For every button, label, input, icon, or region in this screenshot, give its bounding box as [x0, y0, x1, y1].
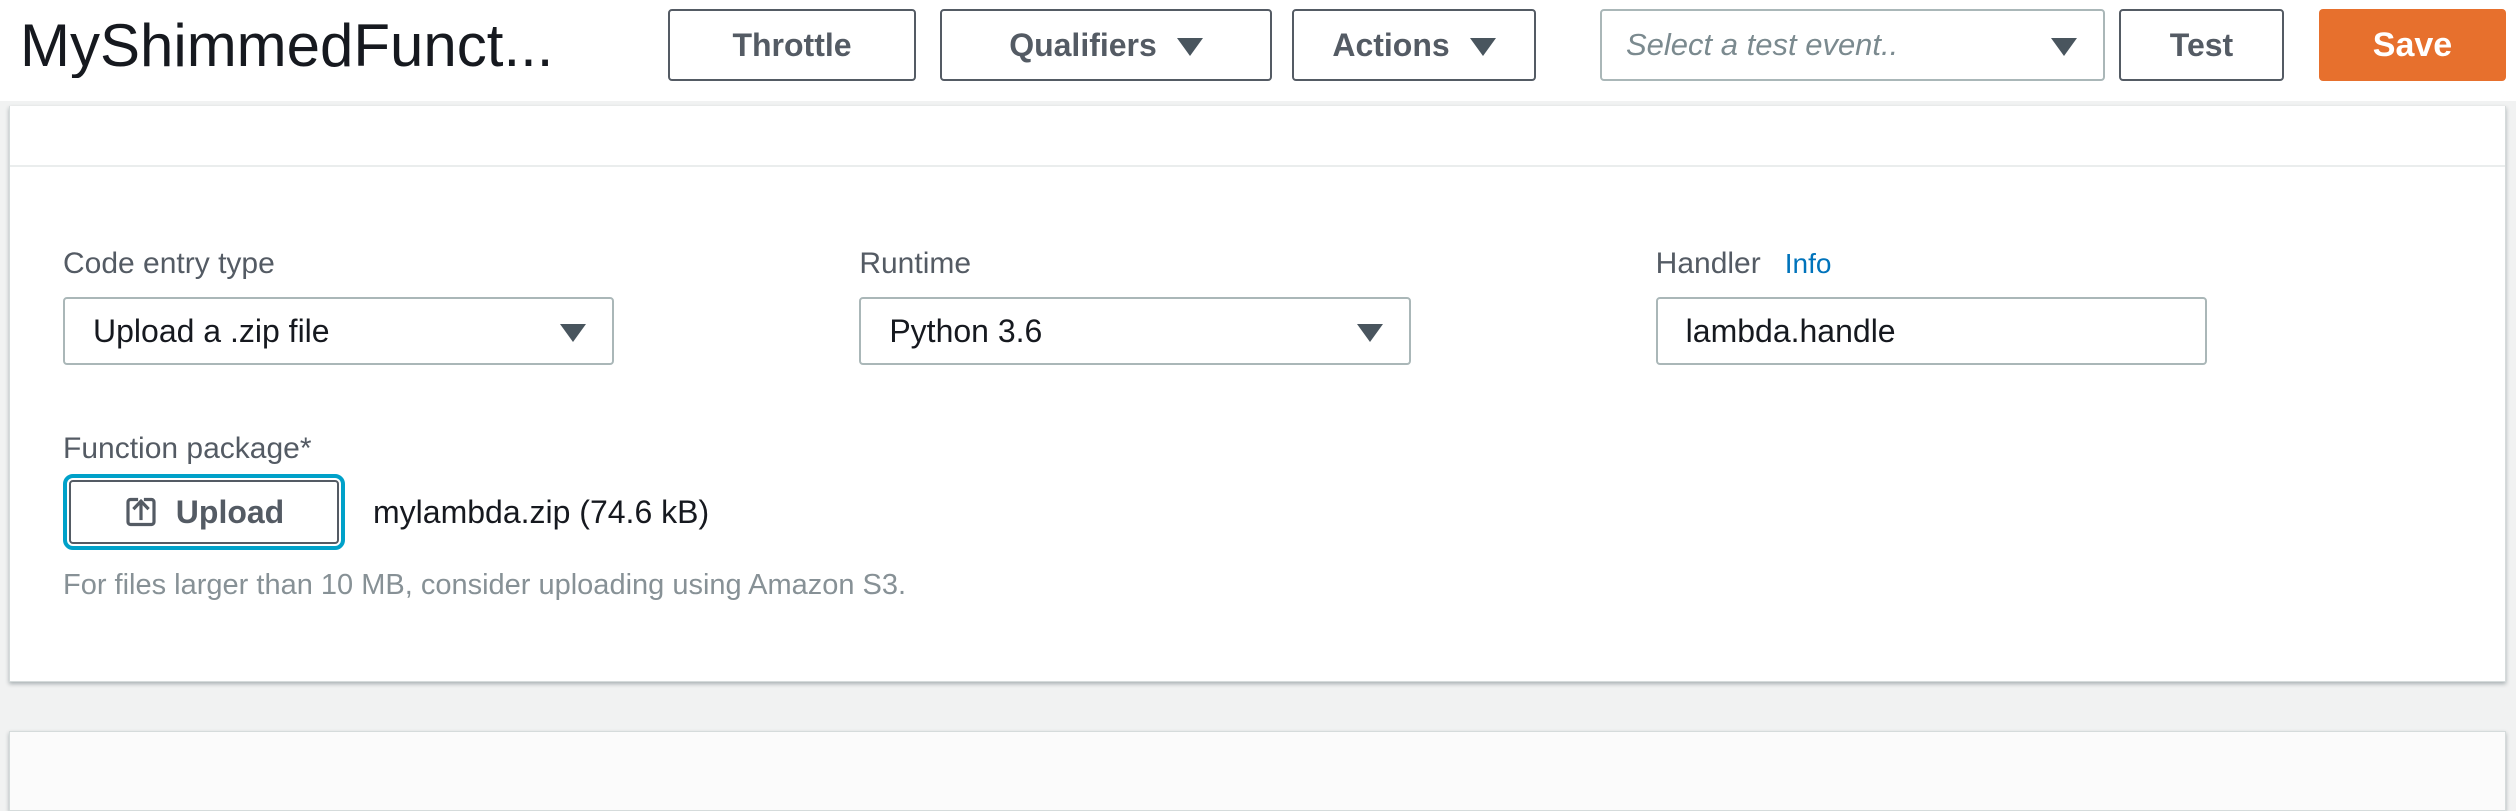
- throttle-button-label: Throttle: [732, 27, 851, 64]
- chevron-down-icon: [1357, 324, 1383, 342]
- actions-button[interactable]: Actions: [1292, 9, 1536, 81]
- code-entry-type-label: Code entry type: [63, 246, 614, 281]
- section-heading-text: Function code: [63, 106, 364, 115]
- upload-button-label: Upload: [176, 494, 284, 531]
- field-runtime: Runtime Python 3.6: [859, 246, 1410, 365]
- upload-button-focus-ring: Upload: [63, 474, 345, 550]
- code-config-fields-row: Code entry type Upload a .zip file Runti…: [63, 246, 2452, 365]
- section-heading: Function code Info: [63, 106, 2505, 122]
- save-button[interactable]: Save: [2319, 9, 2506, 81]
- handler-label-text: Handler: [1656, 246, 1761, 281]
- chevron-down-icon: [560, 324, 586, 342]
- test-button[interactable]: Test: [2119, 9, 2284, 81]
- test-event-placeholder: Select a test event..: [1626, 27, 1898, 63]
- function-title: MyShimmedFunct...: [20, 14, 553, 78]
- function-header-bar: MyShimmedFunct... Throttle Qualifiers Ac…: [0, 0, 2516, 101]
- upload-row: Upload mylambda.zip (74.6 kB): [63, 474, 2452, 550]
- test-event-select[interactable]: Select a test event..: [1600, 9, 2105, 81]
- uploaded-file-info: mylambda.zip (74.6 kB): [373, 494, 709, 531]
- upload-button[interactable]: Upload: [69, 480, 339, 544]
- section-info-link[interactable]: Info: [404, 106, 454, 112]
- chevron-down-icon: [1470, 38, 1496, 56]
- header-actions: Throttle Qualifiers Actions Select a tes…: [668, 9, 2506, 81]
- code-entry-type-value: Upload a .zip file: [93, 313, 330, 350]
- field-handler: Handler Info: [1656, 246, 2207, 365]
- function-package-block: Function package* Upload mylambda.zip (7…: [63, 431, 2452, 602]
- handler-input[interactable]: [1656, 297, 2207, 365]
- handler-info-link[interactable]: Info: [1785, 246, 1832, 281]
- handler-label: Handler Info: [1656, 246, 2207, 281]
- function-code-card: Function code Info Code entry type Uploa…: [9, 106, 2506, 682]
- next-section-card: [9, 731, 2506, 811]
- function-package-label: Function package*: [63, 431, 2452, 466]
- chevron-down-icon: [2051, 38, 2077, 56]
- throttle-button[interactable]: Throttle: [668, 9, 916, 81]
- runtime-select[interactable]: Python 3.6: [859, 297, 1410, 365]
- s3-helper-text: For files larger than 10 MB, consider up…: [63, 569, 2452, 602]
- function-code-card-header: Function code Info: [10, 106, 2505, 167]
- save-button-label: Save: [2373, 26, 2452, 65]
- chevron-down-icon: [1177, 38, 1203, 56]
- runtime-label: Runtime: [859, 246, 1410, 281]
- qualifiers-button-label: Qualifiers: [1009, 27, 1157, 64]
- actions-button-label: Actions: [1332, 27, 1449, 64]
- test-button-label: Test: [2170, 27, 2233, 64]
- code-entry-type-select[interactable]: Upload a .zip file: [63, 297, 614, 365]
- upload-icon: [124, 495, 158, 529]
- field-code-entry-type: Code entry type Upload a .zip file: [63, 246, 614, 365]
- qualifiers-button[interactable]: Qualifiers: [940, 9, 1272, 81]
- runtime-value: Python 3.6: [889, 313, 1042, 350]
- function-code-card-body: Code entry type Upload a .zip file Runti…: [10, 167, 2505, 602]
